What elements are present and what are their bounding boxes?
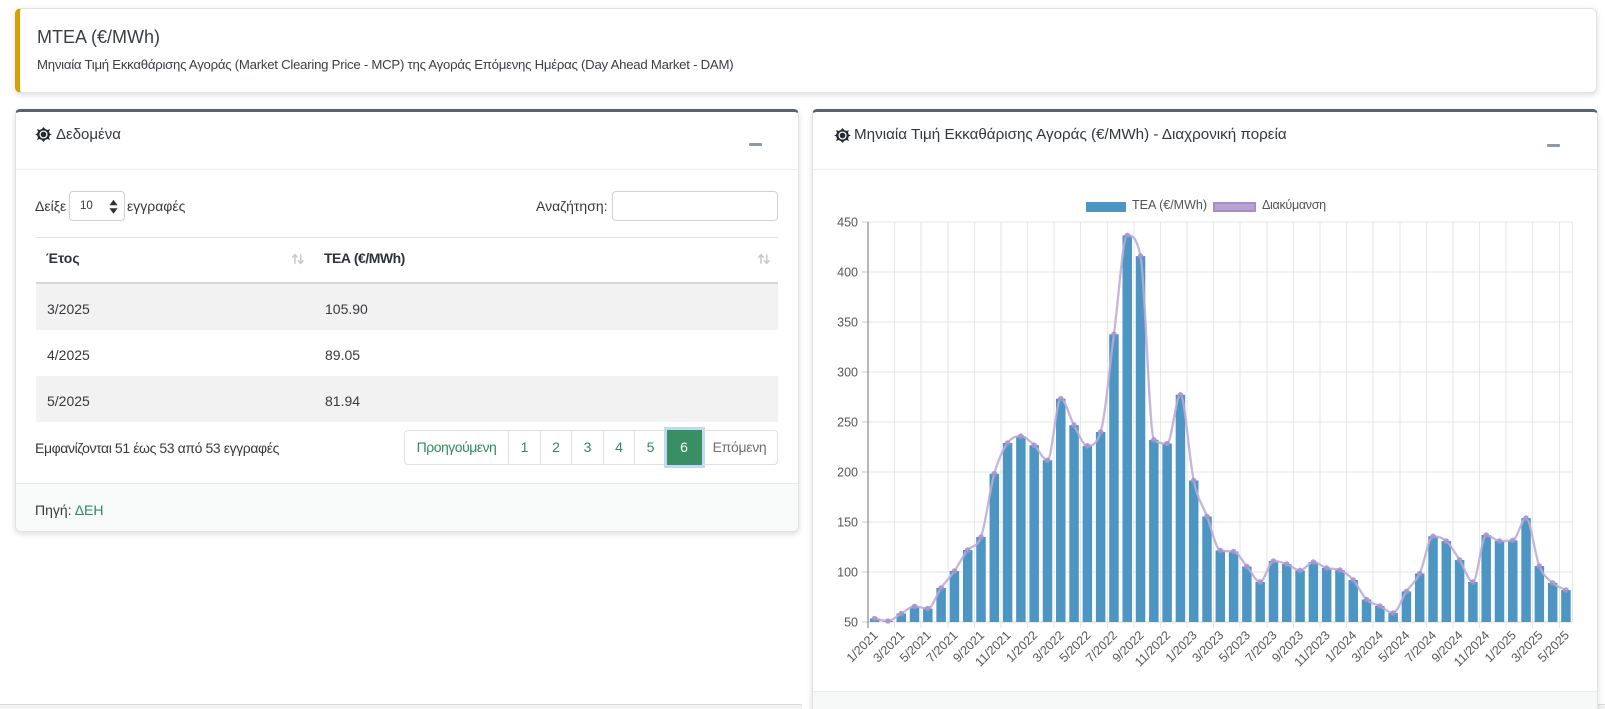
svg-text:150: 150 <box>837 516 858 530</box>
svg-text:50: 50 <box>844 616 858 630</box>
svg-text:200: 200 <box>837 466 858 480</box>
svg-text:350: 350 <box>837 316 858 330</box>
svg-text:400: 400 <box>837 266 858 280</box>
svg-text:300: 300 <box>837 366 858 380</box>
svg-text:100: 100 <box>837 566 858 580</box>
svg-text:450: 450 <box>837 216 858 230</box>
svg-text:250: 250 <box>837 416 858 430</box>
